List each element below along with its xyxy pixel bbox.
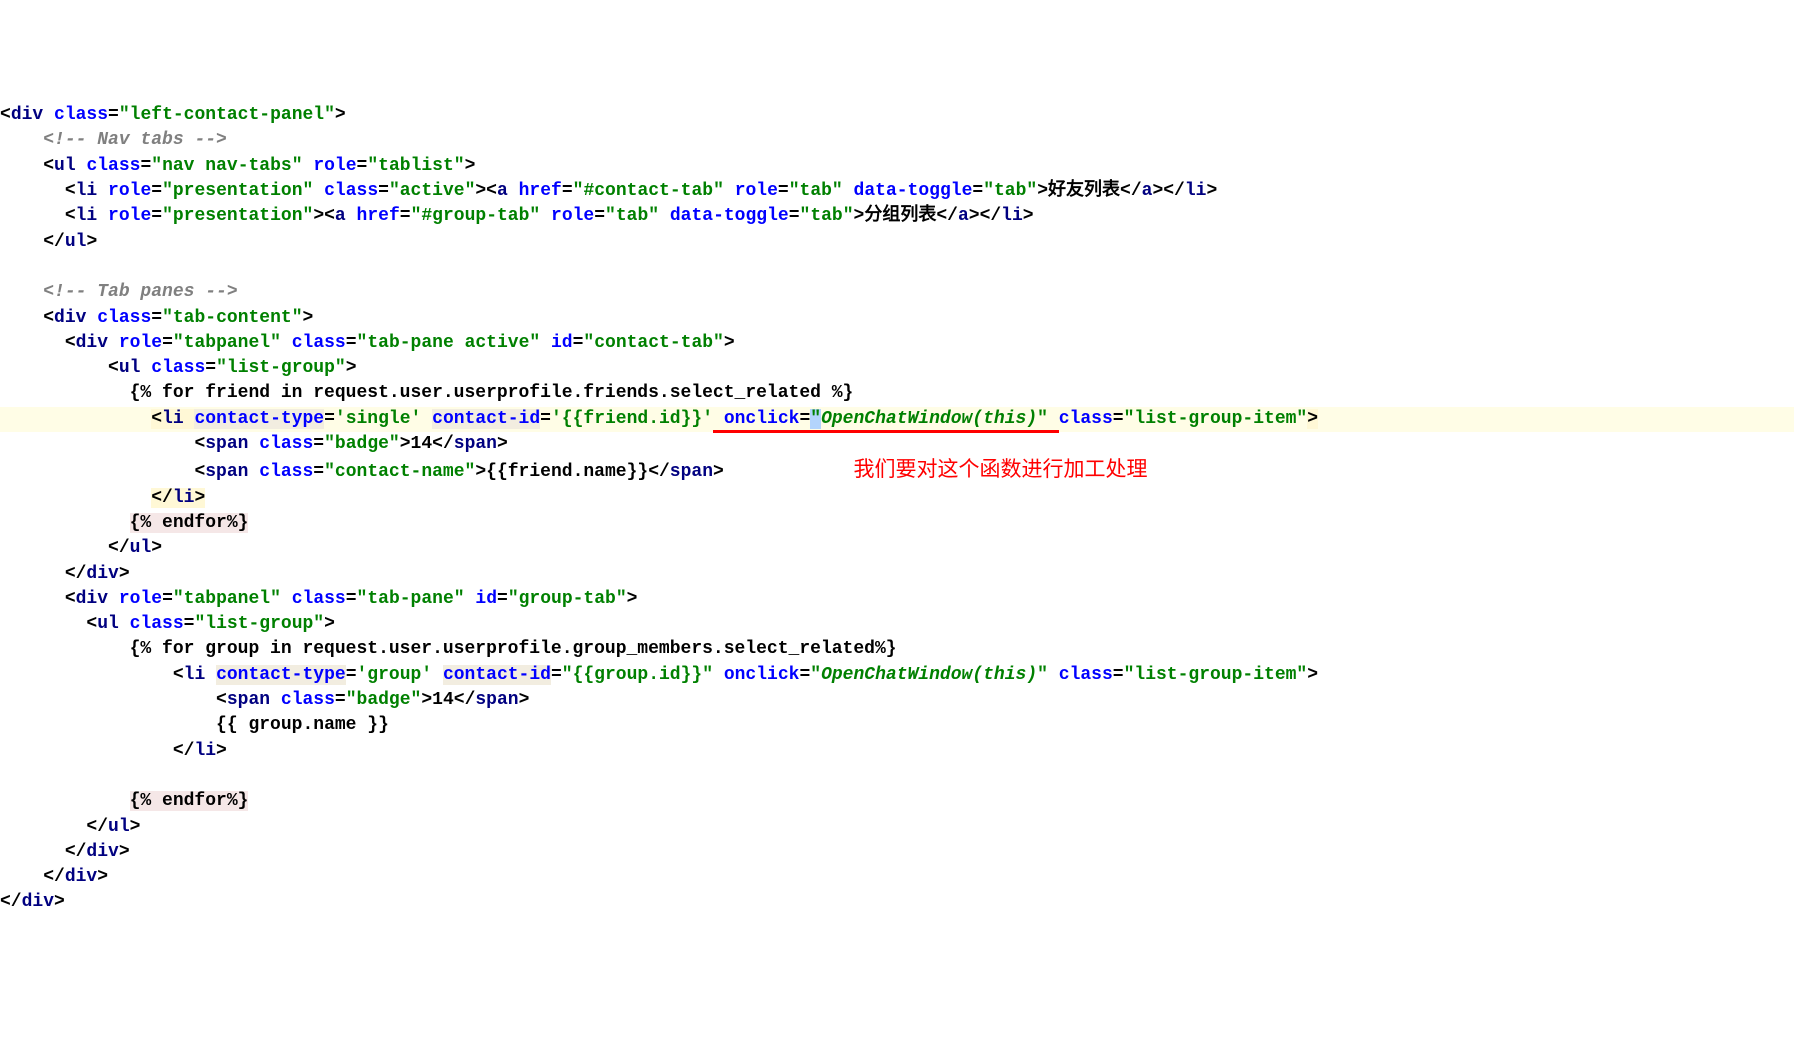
code-line: <div role="tabpanel" class="tab-pane act… — [0, 331, 1794, 356]
code-line: </div> — [0, 562, 1794, 587]
code-line: </ul> — [0, 815, 1794, 840]
code-line: <ul class="list-group"> — [0, 356, 1794, 381]
code-line — [0, 764, 1794, 789]
code-line: <li role="presentation"><a href="#group-… — [0, 204, 1794, 229]
code-line: {% endfor%} — [0, 511, 1794, 536]
code-line: {% for friend in request.user.userprofil… — [0, 381, 1794, 406]
code-line: <li role="presentation" class="active"><… — [0, 179, 1794, 204]
code-line: <ul class="list-group"> — [0, 612, 1794, 637]
code-line: </ul> — [0, 536, 1794, 561]
code-line: </div> — [0, 840, 1794, 865]
code-line: <span class="badge">14</span> — [0, 432, 1794, 457]
code-line: <div class="left-contact-panel"> — [0, 103, 1794, 128]
code-line: </li> — [0, 739, 1794, 764]
code-line: <span class="badge">14</span> — [0, 688, 1794, 713]
code-line: <div role="tabpanel" class="tab-pane" id… — [0, 587, 1794, 612]
code-line: </div> — [0, 890, 1794, 915]
annotation-text: 我们要对这个函数进行加工处理 — [853, 458, 1147, 481]
code-line: {{ group.name }} — [0, 713, 1794, 738]
code-line: <ul class="nav nav-tabs" role="tablist"> — [0, 154, 1794, 179]
code-line: <li contact-type='group' contact-id="{{g… — [0, 663, 1794, 688]
code-line: {% for group in request.user.userprofile… — [0, 637, 1794, 662]
red-underline-annotation: onclick="OpenChatWindow(this)" — [713, 409, 1059, 433]
code-line: <!-- Tab panes --> — [0, 280, 1794, 305]
cursor-position: " — [810, 409, 821, 429]
code-line: </div> — [0, 865, 1794, 890]
code-line: </ul> — [0, 230, 1794, 255]
code-line — [0, 255, 1794, 280]
code-line: <div class="tab-content"> — [0, 306, 1794, 331]
code-line: <span class="contact-name">{{friend.name… — [0, 457, 1794, 485]
code-line: {% endfor%} — [0, 789, 1794, 814]
code-line-highlighted: <li contact-type='single' contact-id='{{… — [0, 407, 1794, 432]
code-line: </li> — [0, 486, 1794, 511]
code-line: <!-- Nav tabs --> — [0, 128, 1794, 153]
code-editor-area[interactable]: <div class="left-contact-panel"> <!-- Na… — [0, 103, 1794, 916]
